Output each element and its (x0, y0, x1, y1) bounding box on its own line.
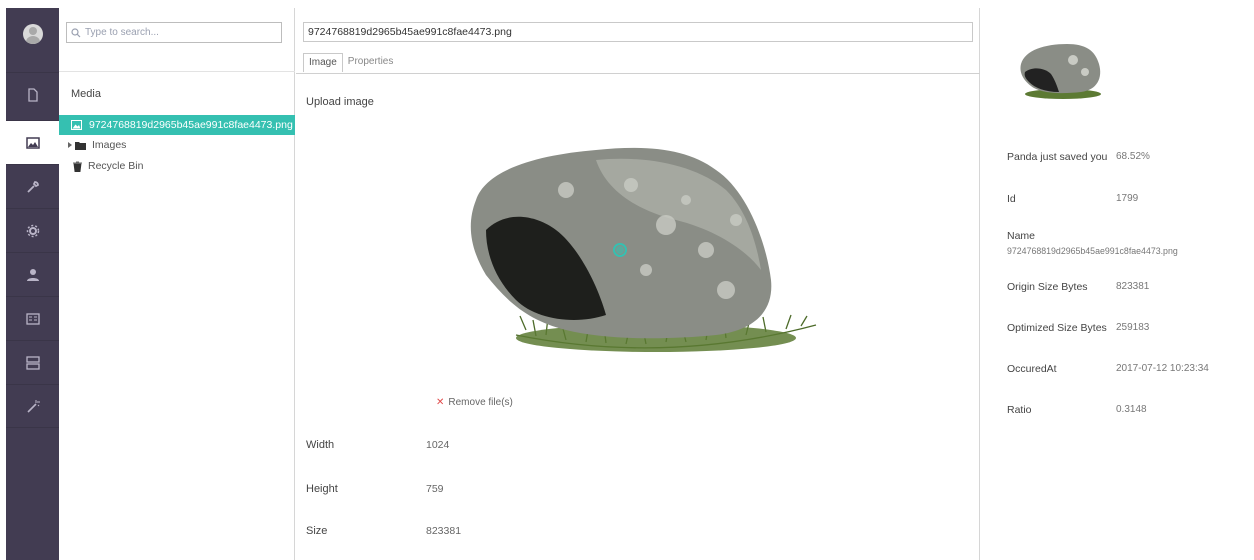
id-card-icon (25, 312, 40, 325)
info-label-saved: Panda just saved you (1007, 151, 1108, 163)
info-value-optimized-size: 259183 (1116, 322, 1150, 333)
remove-icon: ✕ (436, 397, 445, 408)
nav-users[interactable] (6, 252, 59, 296)
tree-search-area (59, 8, 295, 72)
property-value-width: 1024 (426, 439, 450, 451)
info-label-id: Id (1007, 193, 1016, 205)
user-icon (26, 268, 39, 281)
caret-right-icon[interactable] (67, 141, 73, 149)
tree-search-input[interactable] (85, 27, 275, 38)
tree-item-label: Images (92, 139, 127, 151)
upload-image-label: Upload image (306, 96, 374, 108)
nav-forms[interactable] (6, 340, 59, 384)
media-editor: 9724768819d2965b45ae991c8fae4473.png Ima… (296, 8, 980, 560)
image-icon (25, 136, 40, 149)
tab-properties[interactable]: Properties (342, 53, 399, 72)
image-file-icon (71, 120, 82, 130)
info-value-origin-size: 823381 (1116, 281, 1150, 292)
tree-item-label: Recycle Bin (88, 160, 144, 172)
info-value-ratio: 0.3148 (1116, 404, 1147, 415)
trash-icon (73, 161, 82, 172)
tab-image[interactable]: Image (303, 53, 343, 72)
info-label-optimized-size: Optimized Size Bytes (1007, 322, 1107, 334)
folder-icon (75, 141, 86, 150)
nav-members[interactable] (6, 296, 59, 340)
nav-extensions[interactable] (6, 384, 59, 428)
property-label-width: Width (306, 439, 335, 451)
info-value-occured-at: 2017-07-12 10:23:34 (1116, 363, 1209, 374)
property-value-size: 823381 (426, 525, 462, 537)
info-value-name: 9724768819d2965b45ae991c8fae4473.png (1007, 246, 1178, 256)
tree-item-images-folder[interactable]: Images (67, 139, 126, 151)
info-label-name: Name (1007, 230, 1036, 242)
document-icon (27, 87, 38, 102)
nav-content[interactable] (6, 72, 59, 116)
property-label-size: Size (306, 525, 328, 537)
info-label-ratio: Ratio (1007, 404, 1032, 416)
nav-developer[interactable] (6, 208, 59, 252)
nav-media[interactable] (6, 120, 59, 164)
tree-item-label: 9724768819d2965b45ae991c8fae4473.png (89, 119, 293, 131)
info-label-occured-at: OccuredAt (1007, 363, 1057, 375)
form-icon (25, 355, 40, 370)
wrench-icon (26, 180, 39, 193)
user-avatar[interactable] (23, 24, 43, 44)
info-value-id: 1799 (1116, 193, 1139, 204)
property-value-height: 759 (426, 483, 444, 495)
search-icon (71, 27, 81, 37)
info-value-saved: 68.52% (1116, 151, 1150, 162)
app-navigation-rail (6, 8, 59, 560)
media-info-panel: Panda just saved you 68.52% Id 1799 Name… (981, 8, 1254, 560)
tree-item-recycle-bin[interactable]: Recycle Bin (73, 160, 143, 172)
remove-files-link[interactable]: ✕ Remove file(s) (436, 397, 513, 408)
gear-icon (26, 224, 39, 237)
tree-item-selected-file[interactable]: 9724768819d2965b45ae991c8fae4473.png (59, 115, 295, 135)
nav-settings-tools[interactable] (6, 164, 59, 208)
media-name-field[interactable]: 9724768819d2965b45ae991c8fae4473.png (303, 22, 973, 42)
editor-header: 9724768819d2965b45ae991c8fae4473.png Ima… (296, 8, 980, 74)
image-preview[interactable] (446, 130, 826, 370)
magic-wand-icon (26, 400, 40, 413)
info-label-origin-size: Origin Size Bytes (1007, 281, 1088, 293)
media-thumbnail (1011, 36, 1111, 106)
tree-search-box[interactable] (66, 22, 282, 43)
editor-tabs: Image Properties (303, 53, 399, 72)
media-name-value: 9724768819d2965b45ae991c8fae4473.png (308, 26, 512, 38)
media-tree-panel: Media 9724768819d2965b45ae991c8fae4473.p… (59, 8, 295, 560)
property-label-height: Height (306, 483, 338, 495)
remove-files-label: Remove file(s) (448, 397, 513, 408)
tree-section-title: Media (71, 88, 101, 100)
